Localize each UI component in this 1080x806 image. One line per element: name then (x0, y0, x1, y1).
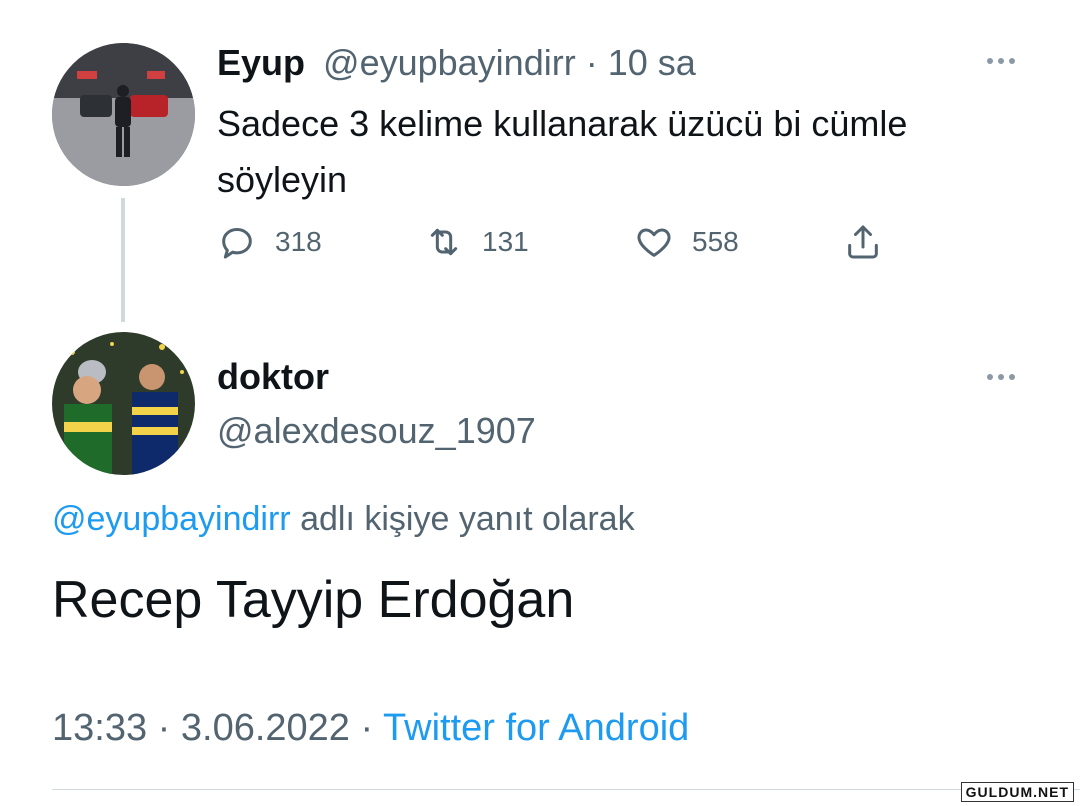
avatar-eyup-image (52, 43, 195, 186)
like-action[interactable]: 558 (634, 222, 739, 262)
meta-separator: · (157, 707, 171, 749)
display-name[interactable]: Eyup (217, 42, 305, 83)
avatar-eyup[interactable] (52, 43, 195, 186)
meta-separator: · (360, 707, 374, 749)
share-icon (848, 225, 878, 259)
replying-to: @eyupbayindirr adlı kişiye yanıt olarak (52, 500, 635, 539)
bottom-divider (52, 789, 1080, 790)
user-handle[interactable]: @eyupbayindirr (323, 42, 576, 83)
tweet-text: Sadece 3 kelime kullanarak üzücü bi cüml… (217, 96, 907, 208)
retweet-icon (430, 228, 458, 256)
like-count: 558 (692, 226, 739, 257)
replying-to-handle[interactable]: @eyupbayindirr (52, 500, 291, 538)
tweet-text-line1: Sadece 3 kelime kullanarak üzücü bi cüml… (217, 103, 908, 144)
reply-icon (222, 228, 252, 259)
replying-to-suffix: adlı kişiye yanıt olarak (300, 500, 635, 538)
tweet-header: Eyup @eyupbayindirr · 10 sa (217, 42, 696, 84)
more-icon[interactable] (987, 58, 1015, 64)
retweet-action[interactable]: 131 (424, 222, 529, 262)
reply-action[interactable]: 318 (217, 222, 322, 262)
reply-display-name: doktor (217, 356, 329, 398)
tweet-time[interactable]: 13:33 (52, 707, 147, 749)
tweet-source[interactable]: Twitter for Android (383, 707, 689, 749)
watermark-logo: GULDUM.NET (960, 782, 1074, 802)
avatar-doktor[interactable] (52, 332, 195, 475)
header-separator: · (585, 42, 598, 83)
reply-count: 318 (275, 226, 322, 257)
tweet-date[interactable]: 3.06.2022 (181, 707, 350, 749)
reply-user-handle[interactable]: @alexdesouz_1907 (217, 410, 536, 452)
tweet-meta: 13:33 · 3.06.2022 · Twitter for Android (52, 707, 689, 750)
share-action[interactable] (843, 222, 883, 262)
tweet-time[interactable]: 10 sa (608, 42, 696, 83)
avatar-doktor-image (52, 332, 195, 475)
retweet-count: 131 (482, 226, 529, 257)
tweet-text-line2: söyleyin (217, 159, 348, 200)
reply-text: Recep Tayyip Erdoğan (52, 571, 575, 629)
display-name[interactable]: doktor (217, 356, 329, 397)
more-icon[interactable] (987, 374, 1015, 380)
like-icon (637, 228, 671, 257)
thread-connector-line (121, 198, 125, 322)
